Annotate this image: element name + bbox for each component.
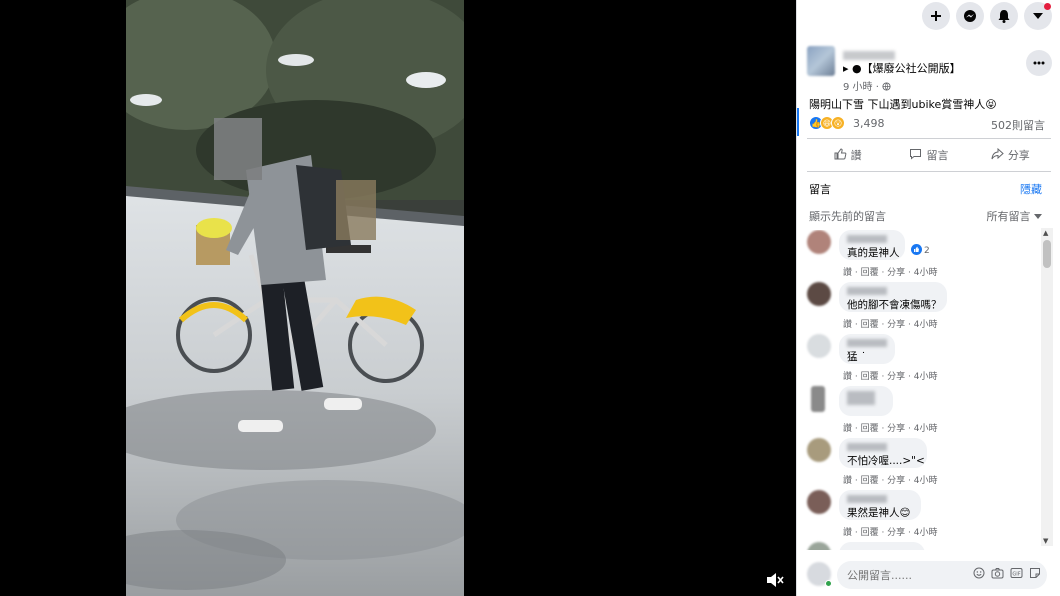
scroll-down-arrow-icon[interactable]: ▼ bbox=[1043, 537, 1048, 545]
post-caption: 陽明山下雪 下山遇到ubike賞雪神人😝 bbox=[809, 98, 997, 111]
post-timestamp[interactable]: 9 小時 · bbox=[843, 78, 891, 93]
camera-icon[interactable] bbox=[991, 567, 1004, 582]
comment-item: 猛 ˙ 讚 · 回覆 · 分享 · 4小時 bbox=[807, 334, 1043, 384]
comment-bubble: 他的腳不會凍傷嗎？ bbox=[839, 282, 947, 312]
bell-icon[interactable] bbox=[990, 2, 1018, 30]
scroll-thumb[interactable] bbox=[1043, 240, 1051, 268]
blurred-commenter-name[interactable] bbox=[847, 339, 887, 347]
post-side-panel: ▸ ●【爆廢公社公開版】 9 小時 · 陽明山下雪 下山遇到ubike賞雪神人😝… bbox=[796, 0, 1060, 596]
blurred-commenter-name[interactable] bbox=[847, 443, 887, 451]
comment-like-count[interactable]: 2 bbox=[911, 244, 930, 258]
comment-actions[interactable]: 讚 · 回覆 · 分享 · 4小時 bbox=[843, 265, 937, 278]
comment-composer: GIF bbox=[805, 560, 1053, 590]
svg-text:GIF: GIF bbox=[1012, 571, 1020, 577]
commenter-avatar[interactable] bbox=[807, 282, 831, 306]
thumbs-up-icon bbox=[834, 147, 847, 163]
blurred-commenter-name[interactable] bbox=[847, 495, 887, 503]
comment-actions[interactable]: 讚 · 回覆 · 分享 · 4小時 bbox=[843, 421, 937, 434]
reaction-icons[interactable]: 👍 😆 😮 bbox=[809, 116, 845, 130]
comment-bubble: 真的是神人 bbox=[839, 230, 905, 260]
comment-item: 不怕冷喔....>"< 讚 · 回覆 · 分享 · 4小時 bbox=[807, 438, 1043, 488]
comment-item: 他的腳不會凍傷嗎？ 讚 · 回覆 · 分享 · 4小時 bbox=[807, 282, 1043, 332]
comment-filter-dropdown[interactable]: 所有留言 bbox=[987, 208, 1042, 224]
comment-actions[interactable]: 讚 · 回覆 · 分享 · 4小時 bbox=[843, 317, 937, 330]
comment-actions[interactable]: 讚 · 回覆 · 分享 · 4小時 bbox=[843, 369, 937, 382]
emoji-icon[interactable] bbox=[973, 567, 985, 582]
comment-text: 猛 ˙ bbox=[847, 351, 867, 363]
comment-text: 他的腳不會凍傷嗎？ bbox=[847, 299, 942, 311]
comment-icon bbox=[909, 148, 922, 163]
notification-dot bbox=[1044, 3, 1051, 10]
blurred-commenter-name[interactable] bbox=[847, 287, 887, 295]
share-button[interactable]: 分享 bbox=[970, 142, 1051, 168]
blurred-commenter-name[interactable] bbox=[847, 235, 887, 243]
more-options-icon[interactable] bbox=[1026, 50, 1052, 76]
top-navbar bbox=[922, 2, 1052, 30]
comment-text: 果然是神人😊 bbox=[847, 507, 911, 519]
comment-item-partial bbox=[807, 542, 1043, 550]
comment-bubble bbox=[839, 542, 925, 550]
commenter-avatar[interactable] bbox=[811, 386, 825, 412]
comment-item: 果然是神人😊 讚 · 回覆 · 分享 · 4小時 bbox=[807, 490, 1043, 540]
comment-bubble: 猛 ˙ bbox=[839, 334, 895, 364]
commenter-avatar[interactable] bbox=[807, 438, 831, 462]
post-actions: 讚 留言 分享 bbox=[807, 142, 1051, 168]
snow-scene-illustration bbox=[126, 0, 464, 596]
comment-bubble: 不怕冷喔....>"< bbox=[839, 438, 927, 468]
commenter-avatar[interactable] bbox=[807, 230, 831, 254]
share-icon bbox=[991, 147, 1004, 163]
like-button[interactable]: 讚 bbox=[807, 142, 888, 168]
facebook-photo-viewer: ▸ ●【爆廢公社公開版】 9 小時 · 陽明山下雪 下山遇到ubike賞雪神人😝… bbox=[0, 0, 1060, 596]
scroll-up-arrow-icon[interactable]: ▲ bbox=[1043, 229, 1048, 237]
comments-section-title: 留言 bbox=[809, 183, 831, 196]
commenter-avatar[interactable] bbox=[807, 334, 831, 358]
focus-edge bbox=[797, 108, 799, 136]
sticker-icon[interactable] bbox=[1029, 567, 1041, 582]
comment-item: 真的是神人 2 讚 · 回覆 · 分享 · 4小時 bbox=[807, 230, 1043, 280]
page-avatar[interactable] bbox=[807, 46, 835, 76]
media-viewer bbox=[0, 0, 796, 596]
caret-down-icon bbox=[1034, 210, 1042, 223]
gif-icon[interactable]: GIF bbox=[1010, 567, 1023, 582]
hide-comments-link[interactable]: 隱藏 bbox=[1020, 181, 1042, 197]
messenger-icon[interactable] bbox=[956, 2, 984, 30]
divider bbox=[807, 138, 1051, 139]
online-status-dot bbox=[825, 580, 832, 587]
account-menu-caret-down-icon[interactable] bbox=[1024, 2, 1052, 30]
comment-actions[interactable]: 讚 · 回覆 · 分享 · 4小時 bbox=[843, 473, 937, 486]
divider bbox=[807, 171, 1051, 172]
post-photo[interactable] bbox=[126, 0, 464, 596]
comments-scrollbar[interactable]: ▲ ▼ bbox=[1041, 228, 1053, 546]
comment-bubble bbox=[839, 386, 893, 416]
commenter-avatar[interactable] bbox=[807, 490, 831, 514]
comment-item: 讚 · 回覆 · 分享 · 4小時 bbox=[807, 386, 1043, 436]
comment-text: 真的是神人 bbox=[847, 247, 900, 259]
reaction-count[interactable]: 3,498 bbox=[853, 117, 885, 130]
comment-text: 不怕冷喔....>"< bbox=[847, 455, 925, 467]
poster-name[interactable]: ▸ ●【爆廢公社公開版】 bbox=[843, 48, 1013, 76]
reaction-summary: 👍 😆 😮 3,498 502則留言 bbox=[809, 116, 1045, 132]
comment-count[interactable]: 502則留言 bbox=[991, 117, 1045, 133]
wow-reaction-icon: 😮 bbox=[831, 116, 845, 130]
globe-icon bbox=[882, 82, 891, 93]
comments-list: 真的是神人 2 讚 · 回覆 · 分享 · 4小時 他的腳不會凍傷嗎？ 讚 · … bbox=[797, 230, 1047, 550]
plus-icon[interactable] bbox=[922, 2, 950, 30]
composer-icons: GIF bbox=[973, 567, 1041, 582]
comment-actions[interactable]: 讚 · 回覆 · 分享 · 4小時 bbox=[843, 525, 937, 538]
blurred-commenter-name[interactable] bbox=[847, 391, 875, 405]
comment-button[interactable]: 留言 bbox=[888, 142, 969, 168]
view-previous-comments-link[interactable]: 顯示先前的留言 bbox=[809, 208, 886, 224]
commenter-avatar[interactable] bbox=[807, 542, 831, 550]
blurred-user-name bbox=[843, 50, 895, 60]
like-reaction-icon bbox=[911, 244, 922, 258]
volume-mute-icon[interactable] bbox=[766, 572, 786, 592]
comment-bubble: 果然是神人😊 bbox=[839, 490, 921, 520]
